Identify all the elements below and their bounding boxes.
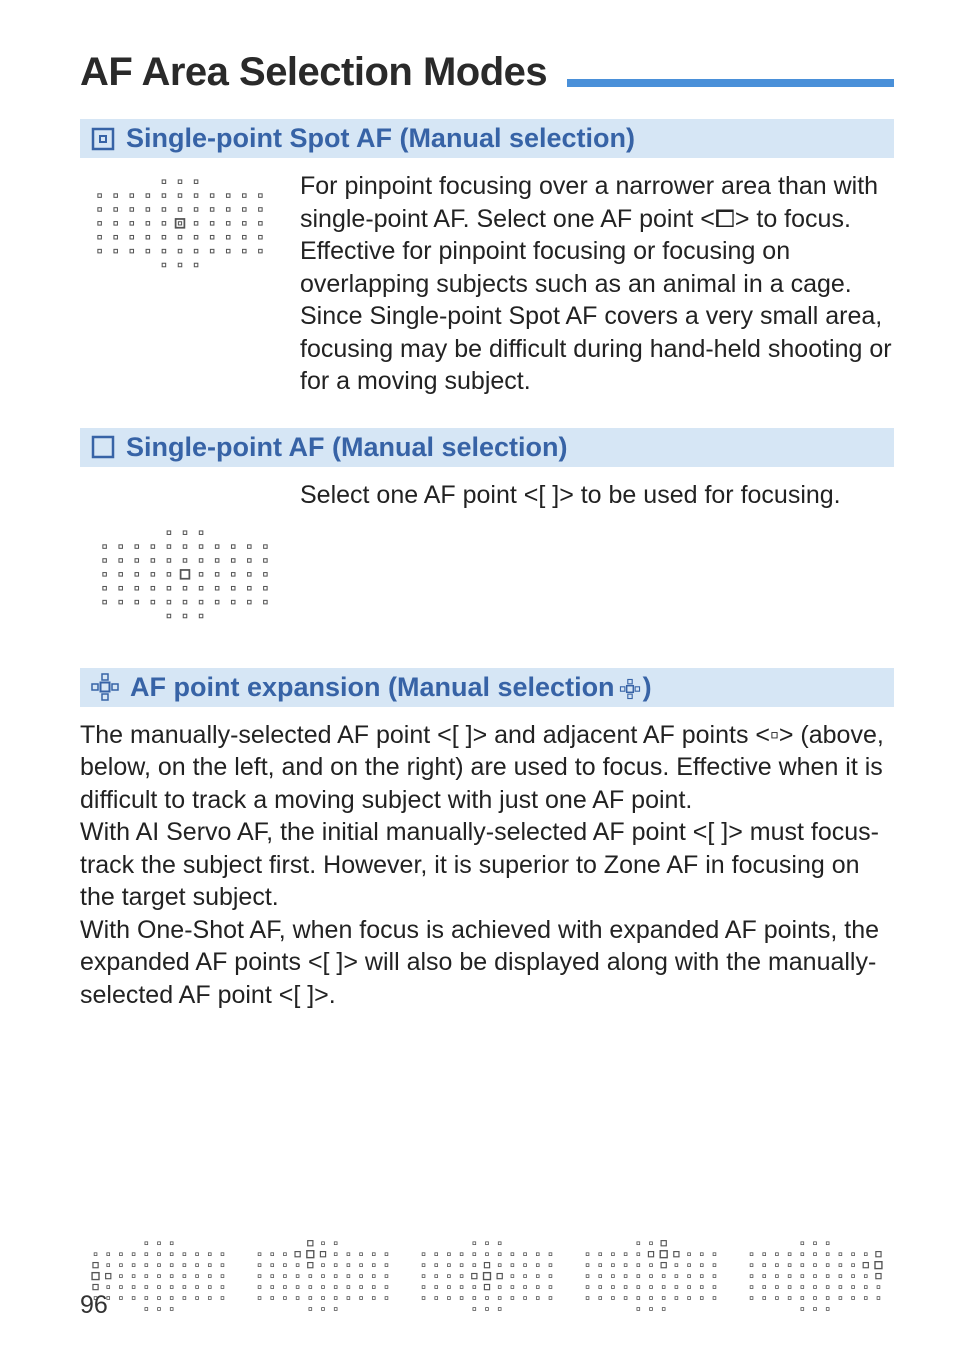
af-expansion-inline-icon: [619, 672, 641, 703]
single-point-spot-icon: [90, 126, 116, 152]
body-text-spot: For pinpoint focusing over a narrower ar…: [300, 170, 894, 398]
diagram-row-expansion: [80, 1234, 894, 1315]
body-text-single: Select one AF point <[ ]> to be used for…: [300, 479, 894, 512]
title-underline: [567, 79, 894, 87]
section-header-spot: Single-point Spot AF (Manual selection): [80, 119, 894, 158]
single-point-icon: [90, 434, 116, 460]
page-title: AF Area Selection Modes: [80, 50, 547, 95]
diagram-single-wrap: [90, 521, 894, 643]
section-heading-expansion-tail: ): [643, 672, 652, 703]
section-heading-expansion: AF point expansion (Manual selection: [130, 672, 615, 703]
body-text-expansion: The manually-selected AF point <[ ]> and…: [80, 719, 894, 1222]
page-number: 96: [80, 1291, 108, 1320]
af-expansion-icon: [90, 672, 120, 702]
section-header-single: Single-point AF (Manual selection): [80, 428, 894, 467]
section-header-expansion: AF point expansion (Manual selection ): [80, 668, 894, 707]
section-heading-spot: Single-point Spot AF (Manual selection): [126, 123, 635, 154]
diagram-spot: [80, 170, 280, 287]
section-heading-single: Single-point AF (Manual selection): [126, 432, 568, 463]
page-title-row: AF Area Selection Modes: [80, 50, 894, 95]
